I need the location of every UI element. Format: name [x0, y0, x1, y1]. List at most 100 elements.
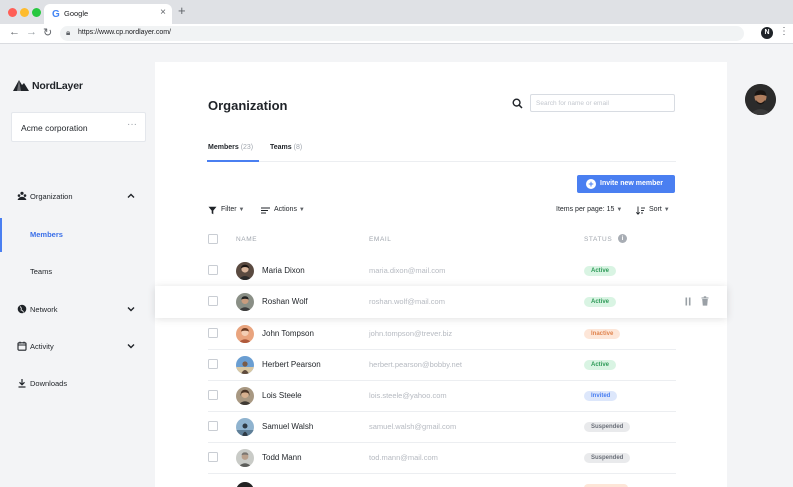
sidebar-item-downloads[interactable]: Downloads	[0, 374, 146, 394]
member-name: John Tompson	[262, 329, 314, 338]
browser-menu-icon[interactable]: ⋮	[779, 26, 789, 37]
status-badge: Active	[584, 266, 617, 276]
table-row[interactable]: Roshan Wolf roshan.wolf@mail.com Active	[155, 286, 727, 318]
google-icon: G	[52, 9, 60, 20]
download-icon	[18, 379, 26, 388]
sidebar-item-label: Downloads	[30, 379, 68, 388]
status-badge: Suspended	[584, 422, 631, 432]
table-row[interactable]: Todd Mann tod.mann@mail.com Suspended	[208, 443, 676, 474]
info-icon[interactable]: i	[618, 234, 627, 243]
mountain-logo-icon	[13, 80, 29, 91]
brand-name: NordLayer	[32, 80, 83, 92]
chevron-down-icon	[127, 307, 135, 312]
sidebar-item-teams[interactable]: Teams	[0, 255, 146, 289]
list-icon	[261, 207, 270, 214]
forward-arrow-icon[interactable]: →	[26, 26, 37, 38]
sort-icon	[636, 206, 645, 215]
back-arrow-icon[interactable]: ←	[9, 26, 20, 38]
window-close-button[interactable]	[8, 8, 17, 17]
tab-members[interactable]: Members (23)	[208, 144, 253, 151]
tab-bar: Members (23) Teams (8)	[207, 140, 676, 162]
plus-icon: +	[586, 179, 596, 189]
table-row[interactable]: Lois Steele lois.steele@yahoo.com Invite…	[208, 381, 676, 412]
tab-teams-count: (8)	[293, 144, 303, 151]
avatar	[236, 482, 254, 487]
sidebar-item-label: Teams	[30, 267, 53, 276]
table-row[interactable]: Maria Dixon maria.dixon@mail.com Active	[208, 256, 676, 287]
search-input[interactable]	[530, 94, 675, 112]
new-tab-icon[interactable]: +	[178, 3, 186, 18]
actions-button[interactable]: Actions ▼	[261, 205, 313, 217]
row-checkbox[interactable]	[208, 452, 218, 462]
row-checkbox[interactable]	[208, 390, 218, 400]
chevron-down-icon	[127, 344, 135, 349]
table-row[interactable]: Herbert Pearson herbert.pearson@bobby.ne…	[208, 350, 676, 381]
filter-button[interactable]: Filter ▼	[208, 205, 252, 217]
sidebar-item-network[interactable]: Network	[0, 300, 146, 320]
avatar	[236, 325, 254, 343]
column-header-email[interactable]: EMAIL	[369, 236, 392, 243]
column-header-name[interactable]: NAME	[236, 236, 257, 243]
caret-down-icon: ▼	[663, 207, 670, 213]
caret-down-icon: ▼	[238, 207, 245, 213]
nordlayer-logo[interactable]: NordLayer	[12, 78, 112, 94]
sidebar-item-organization[interactable]: Organization	[0, 187, 146, 207]
pause-icon[interactable]	[684, 297, 692, 306]
address-bar: ← → ↻ 🔒︎ https://www.cp.nordlayer.com/ N…	[0, 24, 793, 44]
member-name: Roshan Wolf	[262, 297, 308, 306]
sidebar-item-label: Activity	[30, 342, 54, 351]
row-checkbox[interactable]	[208, 296, 218, 306]
status-badge: Active	[584, 297, 617, 307]
member-email: roshan.wolf@mail.com	[369, 297, 445, 306]
member-name: Todd Mann	[262, 453, 302, 462]
sidebar-item-members[interactable]: Members	[0, 218, 146, 252]
status-badge: Invited	[584, 391, 618, 401]
reload-icon[interactable]: ↻	[43, 26, 52, 39]
more-options-icon[interactable]: ···	[127, 119, 137, 130]
row-checkbox[interactable]	[208, 421, 218, 431]
tab-teams-label: Teams	[270, 144, 292, 151]
member-email: samuel.walsh@gmail.com	[369, 422, 457, 431]
caret-down-icon: ▼	[616, 207, 623, 213]
trash-icon[interactable]	[701, 296, 709, 306]
table-row[interactable]: Samuel Walsh samuel.walsh@gmail.com Susp…	[208, 412, 676, 443]
member-email: tod.mann@mail.com	[369, 453, 438, 462]
select-all-checkbox[interactable]	[208, 234, 218, 244]
tab-members-label: Members	[208, 144, 239, 151]
company-selector[interactable]: Acme corporation ···	[11, 112, 146, 142]
row-checkbox[interactable]	[208, 328, 218, 338]
calendar-icon	[17, 341, 27, 351]
invite-member-button[interactable]: + Invite new member	[577, 175, 675, 193]
member-name: Samuel Walsh	[262, 422, 314, 431]
nordlayer-extension-icon[interactable]: N	[761, 27, 773, 39]
url-field[interactable]: 🔒︎ https://www.cp.nordlayer.com/	[60, 26, 744, 41]
caret-down-icon: ▼	[298, 207, 305, 213]
table-row[interactable]: John Tompson john.tompson@trever.biz Ina…	[208, 319, 676, 350]
globe-icon	[17, 304, 27, 314]
browser-tab[interactable]: G Google ×	[44, 4, 172, 24]
avatar	[236, 356, 254, 374]
search-icon[interactable]	[512, 98, 523, 109]
window-maximize-button[interactable]	[32, 8, 41, 17]
sort-button[interactable]: Sort ▼	[636, 205, 676, 217]
sidebar-item-label: Organization	[30, 192, 73, 201]
member-name: Maria Dixon	[262, 266, 305, 275]
member-email: maria.dixon@mail.com	[369, 266, 446, 275]
column-header-status[interactable]: STATUS	[584, 236, 612, 243]
actions-label: Actions	[274, 206, 297, 213]
member-email: herbert.pearson@bobby.net	[369, 360, 462, 369]
member-email: lois.steele@yahoo.com	[369, 391, 447, 400]
tab-teams[interactable]: Teams (8)	[270, 144, 302, 151]
status-badge: Active	[584, 360, 617, 370]
items-per-page-select[interactable]: Items per page: 15 ▼	[556, 205, 630, 217]
sidebar-item-activity[interactable]: Activity	[0, 337, 146, 357]
tab-close-icon[interactable]: ×	[160, 7, 166, 18]
invite-button-label: Invite new member	[600, 180, 664, 187]
row-checkbox[interactable]	[208, 265, 218, 275]
page-title: Organization	[208, 98, 288, 113]
avatar	[236, 449, 254, 467]
row-checkbox[interactable]	[208, 359, 218, 369]
window-minimize-button[interactable]	[20, 8, 29, 17]
user-avatar[interactable]	[745, 84, 776, 115]
table-header: NAME EMAIL STATUS i	[208, 232, 676, 248]
